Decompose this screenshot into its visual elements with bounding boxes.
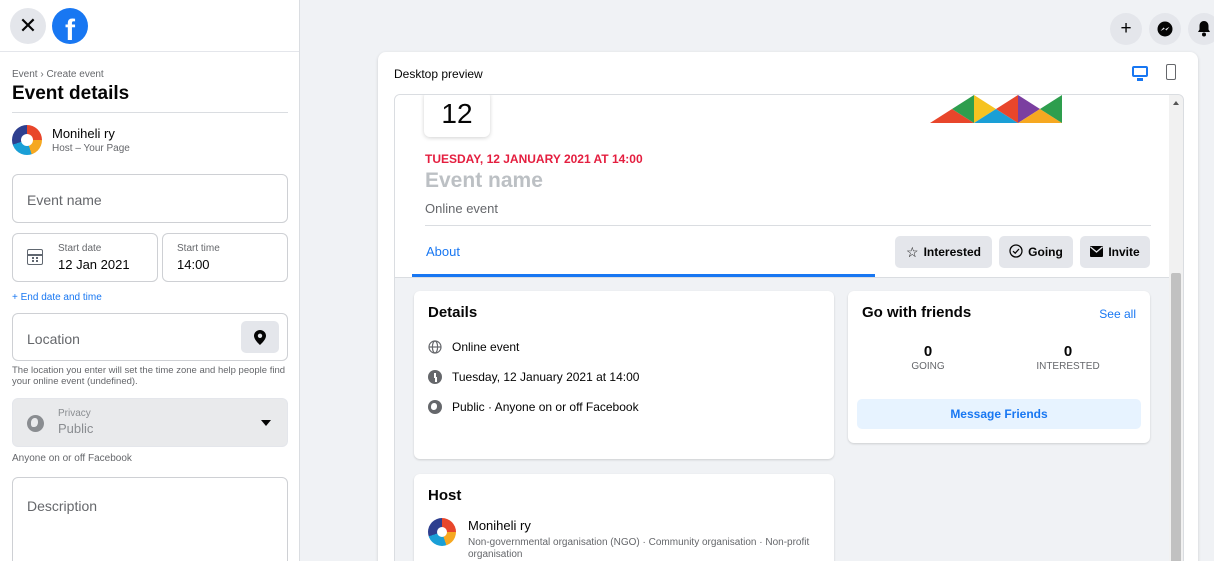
event-datetime: TUESDAY, 12 JANUARY 2021 AT 14:00 — [425, 152, 643, 166]
preview-scrollbar[interactable] — [1169, 95, 1183, 561]
privacy-label: Privacy — [58, 408, 91, 419]
going-count: 0 — [923, 343, 933, 360]
check-circle-icon — [1009, 243, 1023, 261]
details-row-datetime: Tuesday, 12 January 2021 at 14:00 — [428, 370, 639, 384]
facebook-logo-icon[interactable]: f — [52, 7, 88, 44]
go-with-friends-card: Go with friends See all 0 GOING 0 INTERE… — [848, 291, 1150, 443]
date-badge: 12 — [424, 95, 490, 137]
invite-label: Invite — [1108, 245, 1140, 259]
details-title: Details — [428, 304, 478, 321]
start-date-field[interactable]: Start date 12 Jan 2021 — [12, 233, 158, 282]
privacy-select[interactable]: Privacy Public — [12, 398, 288, 447]
host-card-title: Host — [428, 487, 462, 504]
avatar[interactable] — [428, 518, 456, 546]
going-stat-label: GOING — [911, 361, 945, 372]
location-placeholder: Location — [27, 331, 80, 347]
start-time-field[interactable]: Start time 14:00 — [162, 233, 288, 282]
desktop-monitor-icon[interactable] — [1132, 66, 1148, 81]
details-privacy-text: Public · Anyone on or off Facebook — [452, 400, 639, 414]
going-button[interactable]: Going — [999, 236, 1073, 268]
event-details-panel: ✕ f Event › Create event Event details M… — [0, 0, 300, 561]
start-time-label: Start time — [177, 243, 220, 254]
breadcrumb: Event › Create event — [12, 69, 104, 80]
location-hint: The location you enter will set the time… — [12, 365, 286, 387]
envelope-icon — [1090, 244, 1104, 260]
start-date-label: Start date — [58, 243, 102, 254]
calendar-icon — [27, 249, 43, 265]
event-name-placeholder: Event name — [27, 192, 102, 208]
globe-icon — [27, 415, 44, 432]
messenger-icon[interactable] — [1149, 13, 1181, 45]
host-role: Host – Your Page — [52, 143, 130, 154]
close-icon[interactable]: ✕ — [10, 7, 46, 44]
clock-icon — [428, 370, 442, 384]
divider — [12, 112, 288, 113]
page-title: Event details — [12, 83, 130, 104]
interested-stat: 0 INTERESTED — [1008, 343, 1128, 372]
preview-frame: 12 TUESDAY, 12 JANUARY 2021 AT 14:00 Eve… — [394, 94, 1184, 561]
details-datetime-text: Tuesday, 12 January 2021 at 14:00 — [452, 370, 640, 384]
avatar — [12, 125, 42, 155]
preview-title: Desktop preview — [394, 67, 483, 81]
interested-button[interactable]: ☆ Interested — [895, 236, 992, 268]
star-icon: ☆ — [906, 243, 919, 260]
going-stat: 0 GOING — [868, 343, 988, 372]
event-title: Event name — [425, 169, 543, 192]
details-card: Details Online event Tuesday, 12 January… — [414, 291, 834, 459]
privacy-hint: Anyone on or off Facebook — [12, 453, 132, 464]
location-input[interactable]: Location — [12, 313, 288, 361]
description-placeholder: Description — [27, 498, 98, 514]
host-card-name[interactable]: Moniheli ry — [468, 518, 531, 533]
event-type: Online event — [425, 201, 498, 216]
details-row-privacy: Public · Anyone on or off Facebook — [428, 400, 639, 414]
invite-button[interactable]: Invite — [1080, 236, 1150, 268]
start-date-value: 12 Jan 2021 — [58, 257, 130, 272]
plus-icon[interactable]: + — [1110, 13, 1142, 45]
mobile-phone-icon[interactable] — [1166, 64, 1176, 80]
start-time-value: 14:00 — [177, 257, 210, 272]
going-label: Going — [1028, 245, 1063, 259]
friends-title: Go with friends — [862, 304, 972, 321]
scroll-up-arrow-icon[interactable] — [1173, 101, 1179, 105]
scrollbar-thumb[interactable] — [1171, 273, 1181, 561]
globe-icon — [428, 400, 442, 414]
details-online-text: Online event — [452, 340, 520, 354]
location-pin-icon[interactable] — [241, 321, 279, 353]
interested-count: 0 — [1063, 343, 1073, 360]
host-card: Host Moniheli ry Non-governmental organi… — [414, 474, 834, 561]
globe-grid-icon — [428, 340, 442, 354]
host-info: Moniheli ry Host – Your Page — [12, 125, 130, 155]
details-row-online: Online event — [428, 340, 519, 354]
privacy-value: Public — [58, 421, 94, 436]
divider — [425, 225, 1151, 226]
event-header: 12 TUESDAY, 12 JANUARY 2021 AT 14:00 Eve… — [395, 95, 1169, 278]
see-all-link[interactable]: See all — [1099, 307, 1136, 321]
interested-stat-label: INTERESTED — [1036, 361, 1100, 372]
end-date-time-link[interactable]: + End date and time — [12, 292, 102, 303]
interested-label: Interested — [923, 245, 981, 259]
panel-topbar: ✕ f — [0, 0, 299, 52]
host-name: Moniheli ry — [52, 126, 115, 141]
cover-image — [930, 95, 1062, 123]
caret-down-icon — [261, 420, 271, 426]
description-textarea[interactable]: Description — [12, 477, 288, 561]
message-friends-button[interactable]: Message Friends — [857, 399, 1141, 429]
host-card-description: Non-governmental organisation (NGO) · Co… — [468, 537, 810, 560]
event-name-input[interactable]: Event name — [12, 174, 288, 223]
notifications-bell-icon[interactable] — [1188, 13, 1214, 45]
desktop-preview-card: Desktop preview 12 TUESDAY, 12 JANUARY 2… — [378, 52, 1198, 561]
tab-about[interactable]: About — [412, 229, 875, 277]
